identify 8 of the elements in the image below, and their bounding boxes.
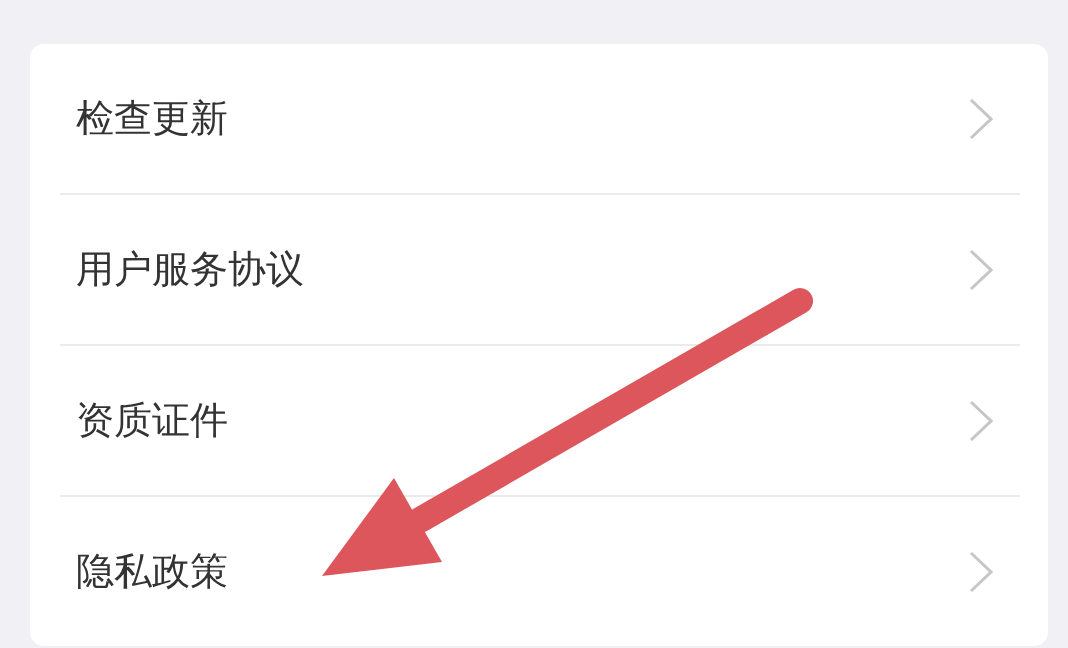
chevron-right-icon [969,399,993,442]
menu-item[interactable]: 隐私政策 [60,497,1020,646]
menu-item[interactable]: 资质证件 [60,346,1020,495]
menu-item[interactable]: 用户服务协议 [60,195,1020,344]
menu-item[interactable]: 检查更新 [60,44,1020,193]
chevron-right-icon [969,97,993,140]
chevron-right-icon [969,248,993,291]
chevron-right-icon [969,550,993,593]
